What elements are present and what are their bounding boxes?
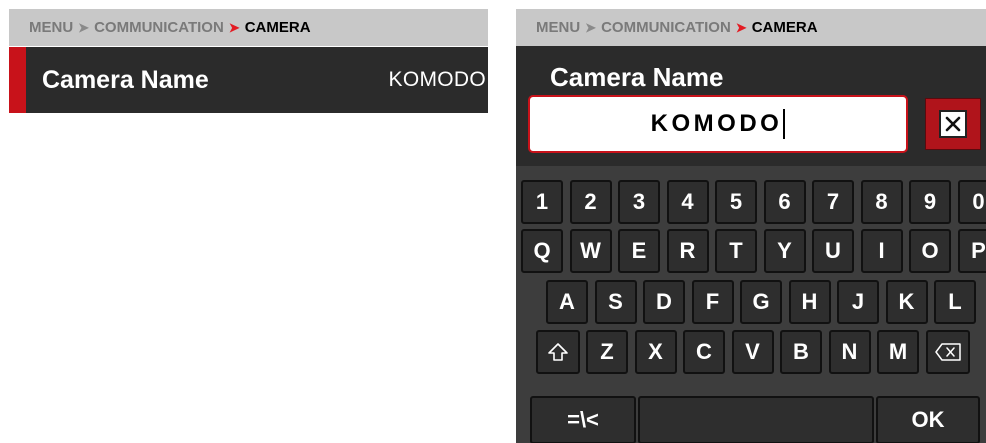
key-j[interactable]: J: [837, 280, 879, 324]
key-4[interactable]: 4: [666, 180, 709, 224]
key-a[interactable]: A: [546, 280, 588, 324]
editor-title: Camera Name: [550, 62, 724, 92]
key-e[interactable]: E: [618, 229, 660, 273]
key-9[interactable]: 9: [909, 180, 951, 224]
key-c[interactable]: C: [683, 330, 725, 374]
key-1[interactable]: 1: [521, 180, 563, 224]
breadcrumb-current: CAMERA: [244, 19, 311, 36]
clear-button[interactable]: [925, 98, 981, 150]
key-w[interactable]: W: [569, 229, 612, 273]
key-x[interactable]: X: [634, 330, 677, 374]
key-2[interactable]: 2: [569, 180, 612, 224]
key-0[interactable]: 0: [957, 180, 986, 224]
key-h[interactable]: H: [788, 280, 831, 324]
breadcrumb-separator-icon: ➤: [735, 19, 747, 35]
breadcrumb-communication[interactable]: COMMUNICATION: [601, 19, 731, 36]
key-n[interactable]: N: [828, 330, 871, 374]
backspace-key[interactable]: [925, 330, 970, 374]
text-cursor: [783, 109, 786, 139]
selection-indicator: [9, 47, 26, 113]
ok-button[interactable]: OK: [876, 396, 980, 443]
key-i[interactable]: I: [860, 229, 903, 273]
key-b[interactable]: B: [780, 330, 822, 374]
clear-icon: [939, 110, 967, 138]
backspace-icon: [934, 343, 961, 361]
space-key[interactable]: [638, 396, 874, 443]
camera-name-editor: Camera Name KOMODO 1234567890 QWERTYUIOP A…: [516, 46, 986, 443]
on-screen-keyboard: 1 2 3 4 5 6 7 8 9 0 Q W E R T Y U I O P A S D F G H J K L Z X C V B N M =\< O…: [516, 166, 986, 443]
setting-label: Camera Name: [42, 66, 209, 94]
key-7[interactable]: 7: [812, 180, 854, 224]
shift-icon: [548, 343, 568, 361]
key-u[interactable]: U: [812, 229, 854, 273]
breadcrumb-menu[interactable]: MENU: [536, 19, 580, 36]
key-s[interactable]: S: [594, 280, 637, 324]
key-p[interactable]: P: [957, 229, 986, 273]
key-z[interactable]: Z: [586, 330, 628, 374]
camera-name-input[interactable]: KOMODO: [528, 95, 908, 153]
breadcrumb-separator-icon: ➤: [228, 19, 240, 35]
breadcrumb-communication[interactable]: COMMUNICATION: [94, 19, 224, 36]
key-t[interactable]: T: [715, 229, 757, 273]
breadcrumb-separator-icon: ➤: [78, 19, 90, 35]
key-m[interactable]: M: [877, 330, 919, 374]
key-o[interactable]: O: [909, 229, 951, 273]
breadcrumb-current: CAMERA: [751, 19, 818, 36]
breadcrumb: MENU ➤ COMMUNICATION ➤ CAMERA: [516, 9, 986, 46]
breadcrumb: MENU ➤ COMMUNICATION ➤ CAMERA: [9, 9, 488, 46]
key-3[interactable]: 3: [618, 180, 660, 224]
symbols-key[interactable]: =\<: [530, 396, 636, 443]
breadcrumb-separator-icon: ➤: [585, 19, 597, 35]
key-8[interactable]: 8: [860, 180, 903, 224]
key-r[interactable]: R: [666, 229, 709, 273]
key-6[interactable]: 6: [763, 180, 806, 224]
key-v[interactable]: V: [731, 330, 774, 374]
key-l[interactable]: L: [934, 280, 976, 324]
camera-name-input-text: KOMODO: [650, 110, 783, 137]
key-g[interactable]: G: [740, 280, 782, 324]
camera-name-setting-row[interactable]: Camera Name KOMODO: [9, 47, 488, 113]
key-k[interactable]: K: [885, 280, 928, 324]
key-q[interactable]: Q: [521, 229, 563, 273]
key-d[interactable]: D: [643, 280, 685, 324]
shift-key[interactable]: [536, 330, 580, 374]
setting-value: KOMODO: [388, 68, 486, 91]
key-y[interactable]: Y: [763, 229, 806, 273]
key-5[interactable]: 5: [715, 180, 757, 224]
breadcrumb-menu[interactable]: MENU: [29, 19, 73, 36]
key-f[interactable]: F: [691, 280, 734, 324]
